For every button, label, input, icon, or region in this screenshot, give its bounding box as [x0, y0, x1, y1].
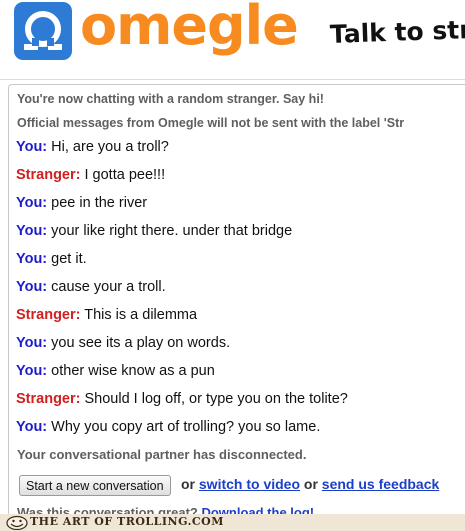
watermark-bar: THE ART OF TROLLING.COM — [0, 514, 465, 531]
speaker-label: Stranger: — [16, 167, 81, 183]
message-text: you see its a play on words. — [51, 335, 231, 351]
speaker-label: You: — [16, 139, 48, 155]
message-text: This is a dilemma — [84, 307, 198, 323]
speaker-label: Stranger: — [16, 307, 81, 323]
system-message-connected: You're now chatting with a random strang… — [17, 92, 324, 106]
troll-face-icon — [6, 515, 28, 530]
new-conversation-button[interactable]: Start a new conversation — [19, 475, 171, 496]
system-message-official: Official messages from Omegle will not b… — [17, 116, 405, 130]
chat-message: You: pee in the river — [16, 195, 147, 211]
message-text: other wise know as a pun — [51, 363, 215, 379]
speaker-label: You: — [16, 195, 48, 211]
chat-message: Stranger: I gotta pee!!! — [16, 167, 165, 183]
chat-message: Stranger: Should I log off, or type you … — [16, 391, 348, 407]
message-text: get it. — [51, 251, 87, 267]
chat-message: You: get it. — [16, 251, 87, 267]
message-text: Hi, are you a troll? — [51, 139, 169, 155]
speaker-label: You: — [16, 419, 48, 435]
logo-text[interactable]: omegle — [80, 0, 299, 57]
message-text: Why you copy art of trolling? you so lam… — [51, 419, 321, 435]
chat-message: You: Why you copy art of trolling? you s… — [16, 419, 320, 435]
tagline: Talk to stra — [329, 14, 465, 49]
speaker-label: You: — [16, 363, 48, 379]
chat-message: Stranger: This is a dilemma — [16, 307, 197, 323]
site-header: omegle Talk to stra — [0, 0, 465, 80]
send-feedback-link[interactable]: send us feedback — [322, 476, 440, 492]
or-text: or — [303, 476, 318, 492]
system-message-disconnected: Your conversational partner has disconne… — [17, 447, 307, 462]
message-text: pee in the river — [51, 195, 148, 211]
speaker-label: You: — [16, 223, 48, 239]
chat-message: You: your like right there. under that b… — [16, 223, 292, 239]
watermark-text: THE ART OF TROLLING.COM — [30, 515, 224, 528]
conversation-options: or switch to video or send us feedback — [181, 476, 439, 492]
omegle-logo-icon[interactable] — [14, 2, 72, 60]
or-text: or — [181, 476, 195, 492]
chat-message: You: you see its a play on words. — [16, 335, 230, 351]
chat-message: You: cause your a troll. — [16, 279, 166, 295]
message-text: your like right there. under that bridge — [51, 223, 293, 239]
chat-message: You: other wise know as a pun — [16, 363, 215, 379]
chat-log: You're now chatting with a random strang… — [8, 84, 465, 524]
speaker-label: You: — [16, 279, 48, 295]
message-text: I gotta pee!!! — [84, 167, 166, 183]
speaker-label: Stranger: — [16, 391, 81, 407]
message-text: cause your a troll. — [51, 279, 166, 295]
speaker-label: You: — [16, 335, 48, 351]
chat-message: You: Hi, are you a troll? — [16, 139, 169, 155]
message-text: Should I log off, or type you on the tol… — [84, 391, 348, 407]
switch-to-video-link[interactable]: switch to video — [199, 476, 300, 492]
speaker-label: You: — [16, 251, 48, 267]
